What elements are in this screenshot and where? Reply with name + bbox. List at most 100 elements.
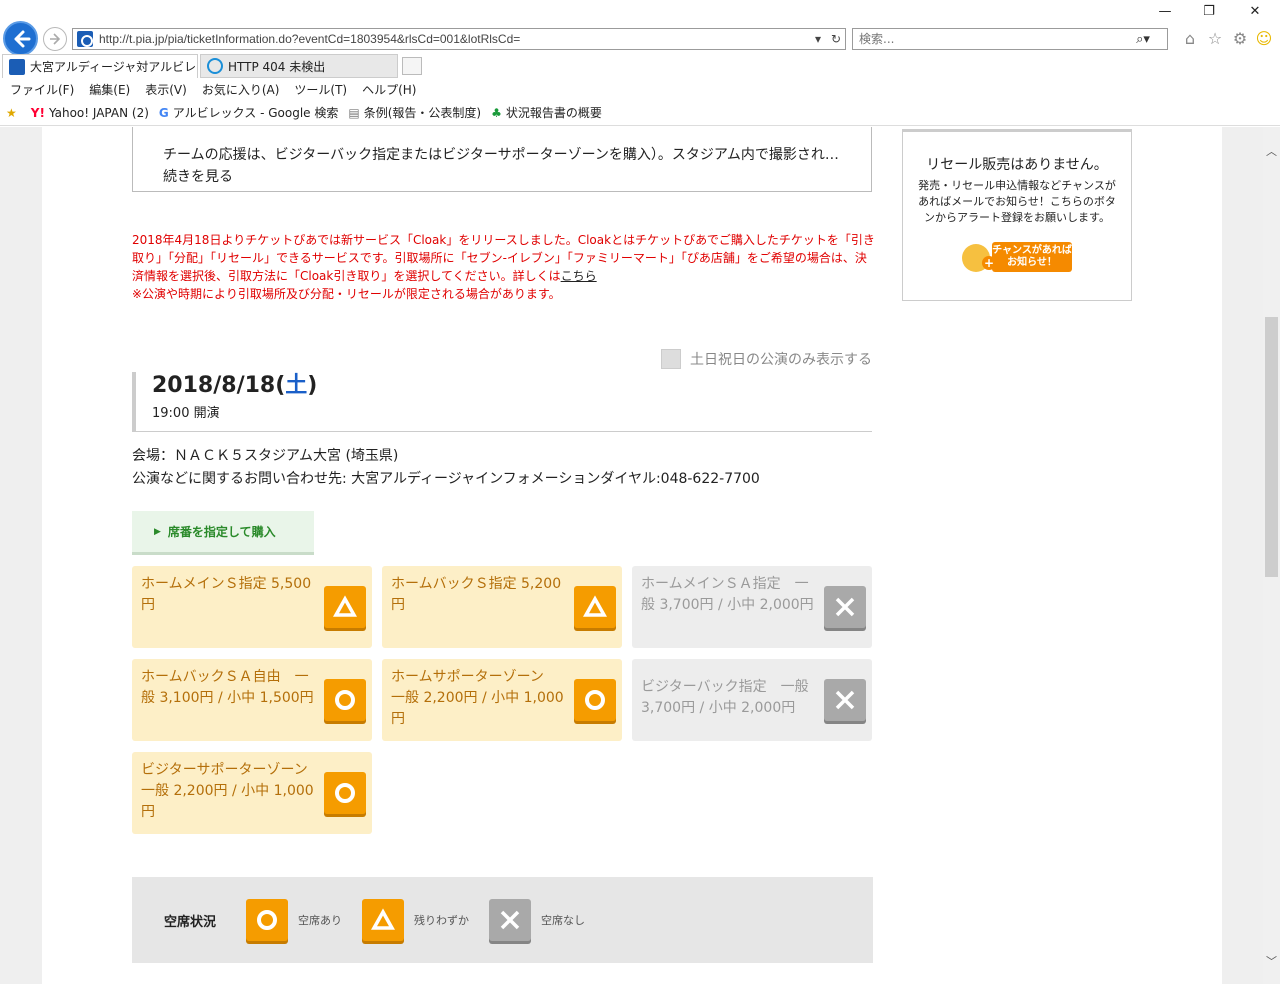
favorite-google[interactable]: G アルビレックス - Google 検索	[159, 104, 338, 121]
ie-icon	[207, 58, 223, 74]
menu-help[interactable]: ヘルプ(H)	[362, 81, 416, 98]
page-viewport: チームの応援は、ビジターバック指定またはビジターサポーターゾーンを購入）。スタジ…	[0, 127, 1263, 984]
available-mark	[324, 772, 366, 814]
cross-icon	[835, 690, 855, 710]
restore-button[interactable]: ❐	[1194, 4, 1224, 24]
search-icon[interactable]: ⌕▾	[1129, 32, 1157, 47]
resale-panel: リセール販売はありません。 発売・リセール申込情報などチャンスがあればメールでお…	[902, 129, 1132, 301]
back-button[interactable]	[3, 21, 38, 56]
search-input[interactable]	[859, 32, 1129, 46]
tab-strip: 大宮アルディージャ対アルビレッ... ✕ HTTP 404 未検出	[0, 54, 1280, 78]
favorites-add-icon[interactable]: ★	[6, 106, 21, 120]
ticket-option[interactable]: ホームメインＳ指定 5,500円	[132, 566, 372, 648]
yahoo-icon: Y!	[30, 105, 45, 120]
ticket-option: ビジターバック指定 一般 3,700円 / 小中 2,000円	[632, 659, 872, 741]
legend-none: 空席なし	[489, 899, 585, 941]
ticket-label: ホームサポーターゾーン 一般 2,200円 / 小中 1,000円	[391, 669, 564, 727]
site-favicon-icon	[9, 58, 25, 75]
sold-out-mark	[824, 586, 866, 628]
notice-link[interactable]: こちら	[561, 269, 597, 283]
few-left-mark	[362, 899, 405, 941]
description-text[interactable]: チームの応援は、ビジターバック指定またはビジターサポーターゾーンを購入）。スタジ…	[163, 144, 841, 188]
smiley-icon[interactable]: ☺	[1254, 29, 1274, 49]
scroll-up-arrow-icon[interactable]: ︿	[1263, 143, 1280, 160]
cross-icon	[835, 597, 855, 617]
address-url[interactable]: http://t.pia.jp/pia/ticketInformation.do…	[99, 32, 809, 46]
favorite-yahoo[interactable]: Y! Yahoo! JAPAN (2)	[31, 106, 149, 120]
ticket-label: ホームメインＳ指定 5,500円	[141, 576, 312, 613]
divider	[132, 431, 872, 432]
sold-out-mark	[824, 679, 866, 721]
scroll-thumb[interactable]	[1265, 317, 1278, 577]
legend-few-label: 残りわずか	[414, 914, 470, 927]
forward-button[interactable]	[43, 27, 67, 51]
triangle-icon	[583, 595, 607, 617]
circle-icon	[335, 783, 355, 803]
cloak-notice: 2018年4月18日よりチケットぴあでは新サービス「Cloak」をリリースしまし…	[132, 231, 877, 303]
sold-out-mark	[489, 899, 532, 941]
circle-icon	[257, 910, 278, 930]
ticket-option[interactable]: ビジターサポーターゾーン 一般 2,200円 / 小中 1,000円	[132, 752, 372, 834]
menu-favorites[interactable]: お気に入り(A)	[202, 81, 280, 98]
few-left-mark	[324, 586, 366, 628]
seat-select-button[interactable]: ▶ 席番を指定して購入	[132, 511, 314, 555]
event-description: チームの応援は、ビジターバック指定またはビジターサポーターゾーンを購入）。スタジ…	[132, 127, 872, 192]
menu-tools[interactable]: ツール(T)	[294, 81, 347, 98]
ticket-option[interactable]: ホームサポーターゾーン 一般 2,200円 / 小中 1,000円	[382, 659, 622, 741]
circle-icon	[335, 690, 355, 710]
favorite-report[interactable]: ♣ 状況報告書の概要	[491, 104, 602, 121]
arrow-left-icon	[14, 30, 30, 47]
event-date: 2018/8/18(土)	[152, 373, 318, 398]
menu-edit[interactable]: 編集(E)	[89, 81, 130, 98]
dropdown-arrow-icon[interactable]: ▾	[809, 32, 827, 46]
favorites-bar: ★ Y! Yahoo! JAPAN (2) G アルビレックス - Google…	[0, 100, 1280, 126]
menu-bar: ファイル(F) 編集(E) 表示(V) お気に入り(A) ツール(T) ヘルプ(…	[0, 78, 1280, 100]
event-time: 19:00 開演	[152, 406, 220, 421]
minimize-button[interactable]: —	[1150, 4, 1180, 24]
notice-note-text: ※公演や時期により引取場所及び分配・リセールが限定される場合があります。	[132, 287, 561, 301]
few-left-mark	[574, 586, 616, 628]
legend-available-label: 空席あり	[298, 914, 343, 927]
notice-main-text: 2018年4月18日よりチケットぴあでは新サービス「Cloak」をリリースしまし…	[132, 233, 875, 283]
scroll-down-arrow-icon[interactable]: ﹀	[1263, 953, 1280, 970]
settings-gear-icon[interactable]: ⚙	[1230, 29, 1250, 49]
legend-few: 残りわずか	[362, 899, 469, 941]
alert-button-label: チャンスがあればお知らせ！	[992, 242, 1072, 272]
alert-register-button[interactable]: チャンスがあればお知らせ！ +	[962, 242, 1074, 274]
site-favicon-icon	[77, 31, 93, 47]
ticket-option: ホームメインＳＡ指定 一般 3,700円 / 小中 2,000円	[632, 566, 872, 648]
play-triangle-icon: ▶	[154, 526, 161, 537]
refresh-icon[interactable]: ↻	[827, 32, 845, 46]
tab-current[interactable]: 大宮アルディージャ対アルビレッ... ✕	[2, 54, 198, 78]
description-cut-line	[163, 127, 841, 144]
resale-title: リセール販売はありません。	[926, 157, 1108, 173]
circle-icon	[585, 690, 605, 710]
favorite-ordinance[interactable]: ▤ 条例(報告・公表制度)	[348, 104, 481, 121]
weekend-checkbox[interactable]	[661, 349, 681, 369]
triangle-icon	[371, 908, 396, 930]
legend-available: 空席あり	[246, 899, 342, 941]
weekend-filter[interactable]: 土日祝日の公演のみ表示する	[661, 349, 872, 369]
tree-icon: ♣	[491, 105, 502, 120]
cross-icon	[500, 910, 520, 930]
event-date-block: 2018/8/18(土) 19:00 開演	[132, 372, 872, 432]
address-bar[interactable]: http://t.pia.jp/pia/ticketInformation.do…	[72, 28, 846, 50]
ticket-label: ホームバックＳ指定 5,200円	[391, 576, 562, 613]
tab-label: HTTP 404 未検出	[228, 59, 326, 74]
legend-none-label: 空席なし	[541, 914, 586, 927]
search-box[interactable]: ⌕▾	[852, 28, 1168, 50]
contact-info: 公演などに関するお問い合わせ先: 大宮アルディージャインフォメーションダイヤル:…	[132, 471, 760, 487]
vertical-scrollbar[interactable]: ︿ ﹀	[1263, 127, 1280, 984]
weekend-filter-label: 土日祝日の公演のみ表示する	[690, 352, 872, 368]
page-body: チームの応援は、ビジターバック指定またはビジターサポーターゾーンを購入）。スタジ…	[42, 127, 1222, 984]
tab-404[interactable]: HTTP 404 未検出	[200, 54, 398, 78]
menu-view[interactable]: 表示(V)	[145, 81, 187, 98]
new-tab-button[interactable]	[402, 57, 422, 75]
menu-file[interactable]: ファイル(F)	[10, 81, 74, 98]
close-window-button[interactable]: ✕	[1240, 4, 1270, 24]
ticket-option[interactable]: ホームバックＳＡ自由 一般 3,100円 / 小中 1,500円	[132, 659, 372, 741]
ticket-option[interactable]: ホームバックＳ指定 5,200円	[382, 566, 622, 648]
legend-title: 空席状況	[164, 914, 217, 930]
home-icon[interactable]: ⌂	[1180, 29, 1200, 49]
favorites-star-icon[interactable]: ☆	[1205, 29, 1225, 49]
